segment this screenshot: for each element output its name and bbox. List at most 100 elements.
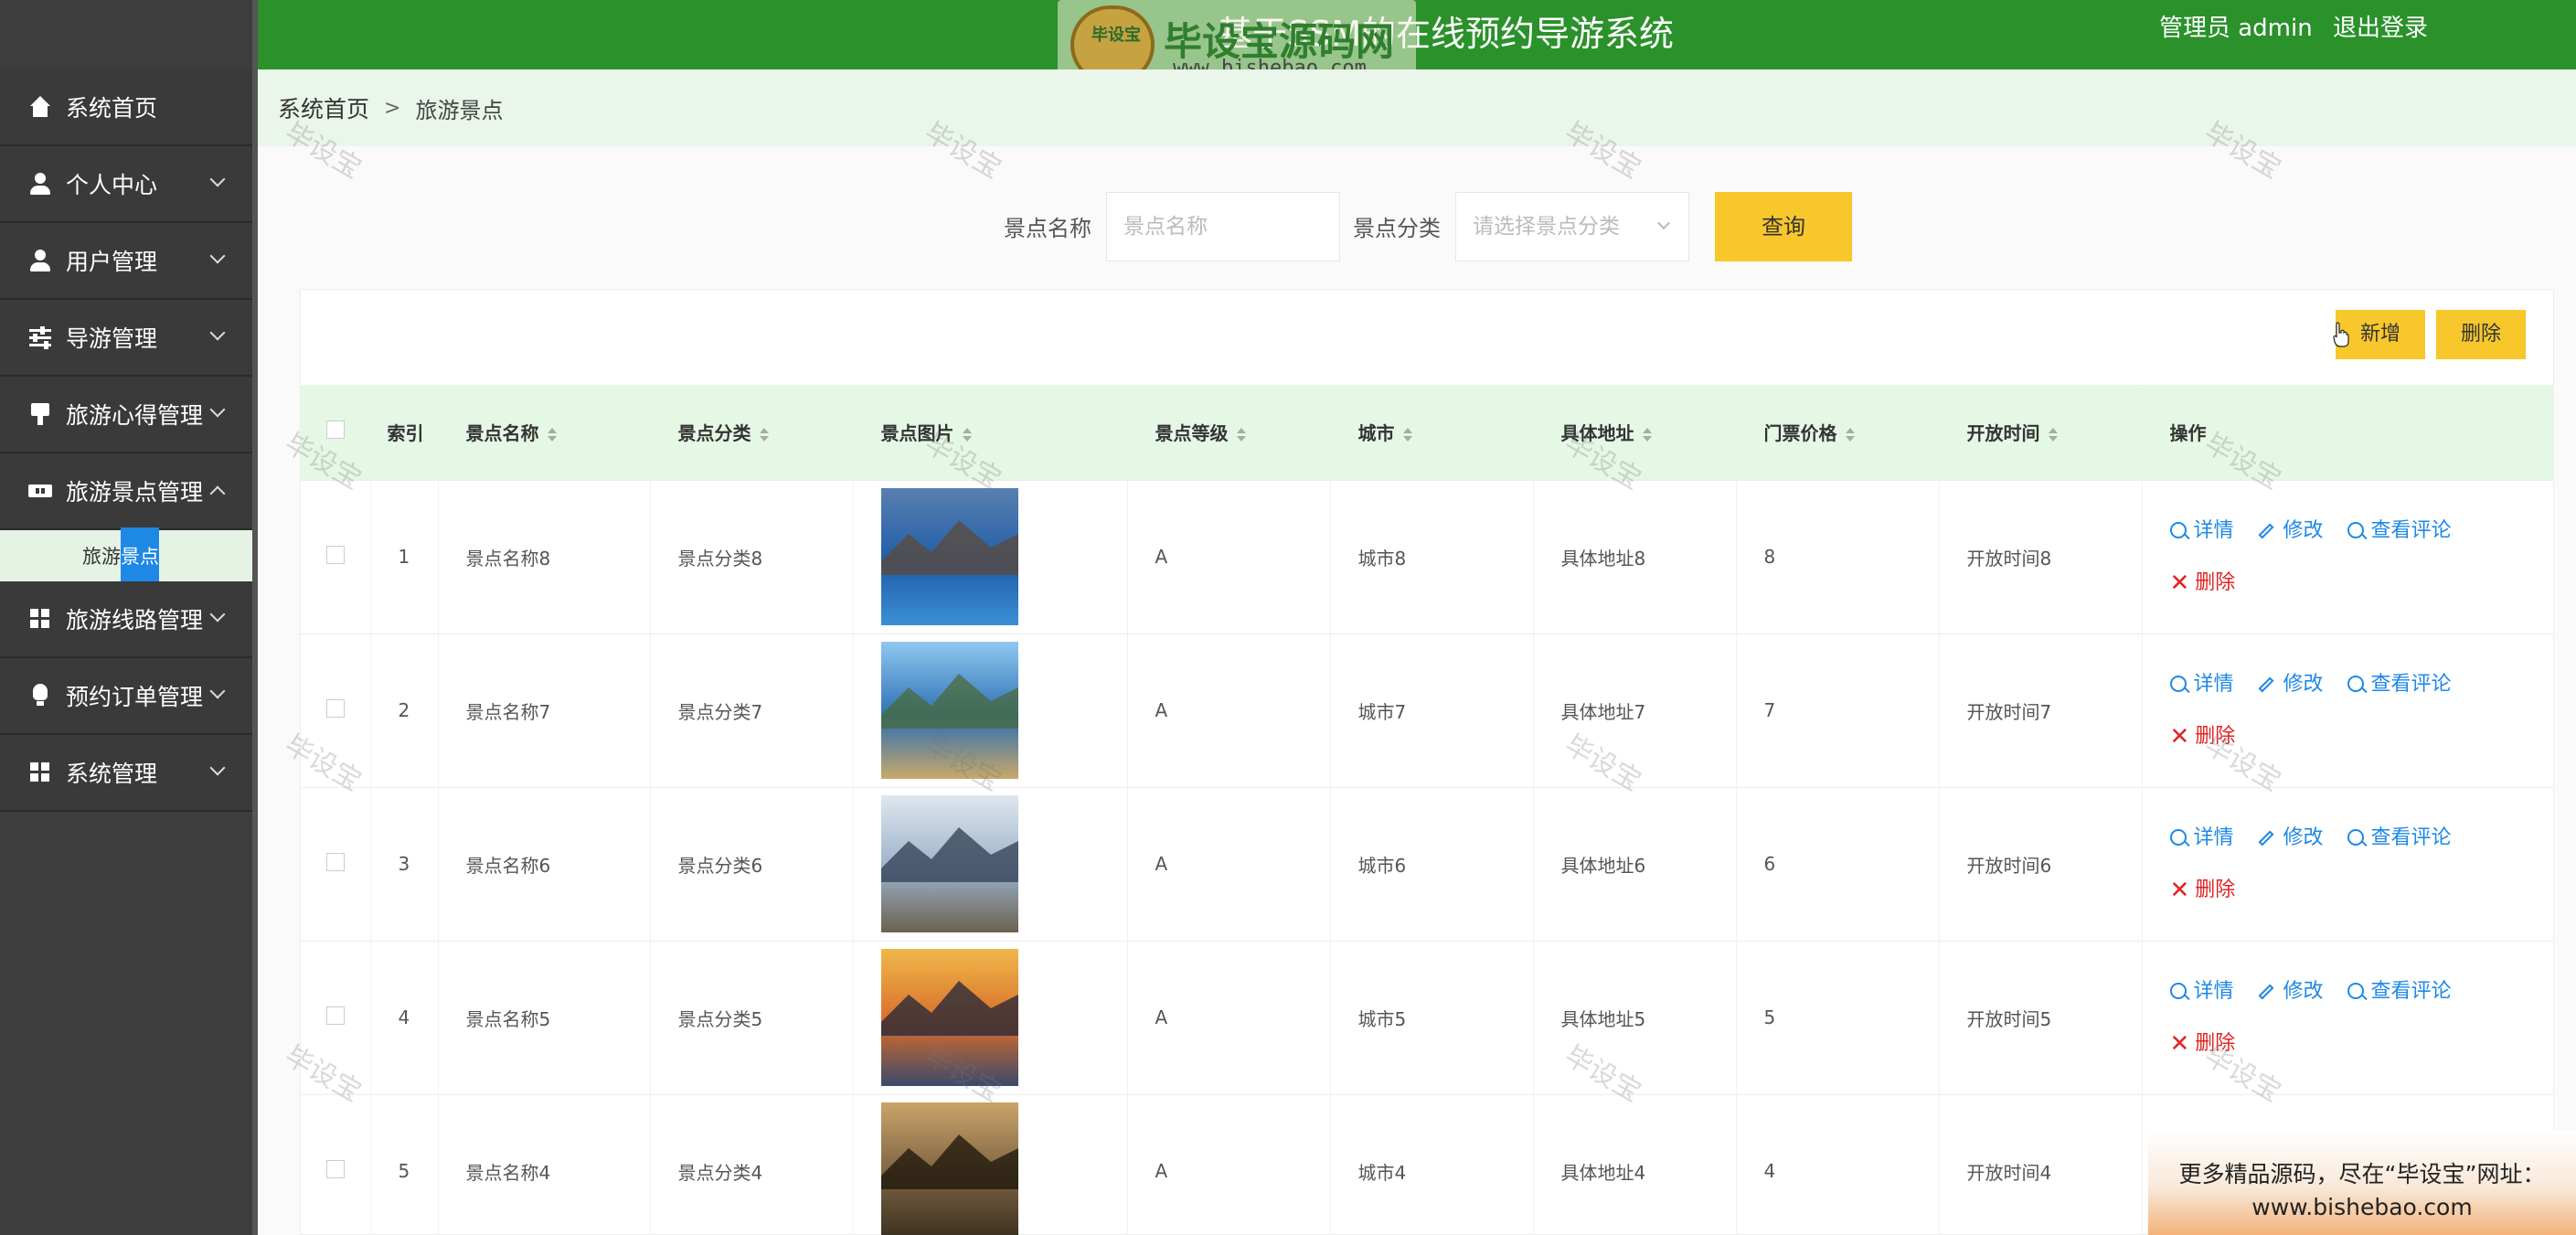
- detail-link[interactable]: 详情: [2169, 813, 2234, 864]
- sort-icon[interactable]: [1845, 427, 1855, 442]
- cell-name: 景点名称6: [438, 786, 651, 941]
- spot-thumbnail[interactable]: [880, 642, 1018, 779]
- chevron-down-icon: [209, 683, 226, 699]
- breadcrumb-home[interactable]: 系统首页: [278, 91, 369, 124]
- spot-category-placeholder: 请选择景点分类: [1473, 215, 1620, 239]
- home-icon: [27, 94, 53, 120]
- col-name[interactable]: 景点名称: [438, 385, 651, 480]
- logout-link[interactable]: 退出登录: [2333, 15, 2428, 42]
- delete-button[interactable]: 删除: [2436, 310, 2526, 359]
- cell-index: 4: [370, 940, 439, 1094]
- sidebar-item-personal-center[interactable]: 个人中心: [0, 146, 252, 223]
- cell-open-time: 开放时间4: [1939, 1093, 2143, 1235]
- row-select-cell[interactable]: [301, 479, 371, 633]
- col-actions: 操作: [2142, 385, 2554, 480]
- edit-label: 修改: [2283, 826, 2324, 849]
- close-icon: ✕: [2169, 723, 2190, 751]
- col-category[interactable]: 景点分类: [650, 385, 854, 480]
- edit-link[interactable]: 修改: [2258, 813, 2324, 864]
- sort-icon[interactable]: [1642, 427, 1652, 442]
- edit-link[interactable]: 修改: [2258, 506, 2324, 557]
- col-address[interactable]: 具体地址: [1533, 385, 1737, 480]
- user-area: 管理员 admin 退出登录: [2146, 9, 2428, 43]
- sort-icon[interactable]: [759, 427, 769, 442]
- cell-price: 6: [1736, 786, 1940, 941]
- view-reviews-link[interactable]: 查看评论: [2347, 966, 2452, 1017]
- spot-thumbnail[interactable]: [880, 795, 1018, 932]
- detail-link[interactable]: 详情: [2169, 506, 2234, 557]
- detail-link[interactable]: 详情: [2169, 966, 2234, 1017]
- sort-icon[interactable]: [2048, 427, 2058, 442]
- sidebar-item-label: 系统首页: [66, 95, 158, 122]
- current-user: 管理员 admin: [2158, 15, 2313, 42]
- row-select-cell[interactable]: [301, 940, 371, 1094]
- edit-icon: [2258, 830, 2274, 846]
- sidebar-item-routes[interactable]: 旅游线路管理: [0, 581, 252, 658]
- col-image[interactable]: 景点图片: [853, 385, 1128, 480]
- row-checkbox[interactable]: [326, 1006, 345, 1025]
- submenu-label-highlight: 景点: [121, 527, 159, 584]
- search-icon: [2169, 983, 2187, 999]
- row-checkbox[interactable]: [326, 698, 345, 718]
- col-price[interactable]: 门票价格: [1736, 385, 1940, 480]
- spot-category-label: 景点分类: [1353, 216, 1441, 241]
- select-all-cell[interactable]: [301, 385, 371, 480]
- submenu-item-scenic-spots[interactable]: 旅游 景点: [0, 527, 252, 584]
- row-select-cell[interactable]: [301, 633, 371, 787]
- sidebar-item-user-management[interactable]: 用户管理: [0, 223, 252, 300]
- spot-thumbnail[interactable]: [880, 1102, 1018, 1235]
- sidebar-item-travel-notes[interactable]: 旅游心得管理: [0, 377, 252, 453]
- sidebar-item-scenic-spots[interactable]: 旅游景点管理: [0, 453, 252, 530]
- promo-banner[interactable]: 更多精品源码，尽在“毕设宝”网址： www.bishebao.com: [2148, 1131, 2576, 1235]
- spot-category-select[interactable]: 请选择景点分类: [1455, 192, 1689, 261]
- detail-link[interactable]: 详情: [2169, 659, 2234, 710]
- view-reviews-link[interactable]: 查看评论: [2347, 506, 2452, 557]
- sliders-icon: [27, 325, 53, 350]
- edit-icon: [2258, 984, 2274, 1000]
- row-select-cell[interactable]: [301, 1093, 371, 1235]
- row-delete-link[interactable]: ✕删除: [2170, 1018, 2236, 1070]
- cell-image: [853, 633, 1128, 787]
- sort-icon[interactable]: [1236, 427, 1246, 442]
- cell-name: 景点名称4: [438, 1093, 651, 1235]
- edit-link[interactable]: 修改: [2258, 966, 2324, 1017]
- cell-address: 具体地址7: [1533, 633, 1737, 787]
- row-delete-link[interactable]: ✕删除: [2170, 711, 2236, 762]
- select-all-checkbox[interactable]: [326, 421, 345, 440]
- row-checkbox[interactable]: [326, 852, 345, 871]
- delete-label: 删除: [2195, 725, 2236, 748]
- detail-label: 详情: [2193, 673, 2234, 696]
- col-level[interactable]: 景点等级: [1127, 385, 1331, 480]
- row-delete-link[interactable]: ✕删除: [2170, 865, 2236, 916]
- chevron-down-icon: [1656, 216, 1671, 230]
- row-checkbox[interactable]: [326, 545, 345, 564]
- spot-name-input[interactable]: 景点名称: [1106, 192, 1340, 261]
- spot-thumbnail[interactable]: [880, 949, 1018, 1086]
- row-checkbox[interactable]: [326, 1159, 345, 1178]
- cell-city: 城市7: [1330, 633, 1534, 787]
- row-select-cell[interactable]: [301, 786, 371, 941]
- sidebar-item-system[interactable]: 系统管理: [0, 735, 252, 812]
- ticket-icon: [27, 478, 53, 504]
- spot-thumbnail[interactable]: [880, 488, 1018, 625]
- query-button[interactable]: 查询: [1715, 192, 1852, 261]
- col-address-label: 具体地址: [1560, 422, 1634, 445]
- cell-open-time: 开放时间7: [1939, 633, 2143, 787]
- sidebar-item-guide-management[interactable]: 导游管理: [0, 300, 252, 377]
- user-icon: [27, 248, 53, 273]
- view-reviews-link[interactable]: 查看评论: [2347, 813, 2452, 864]
- sort-icon[interactable]: [962, 427, 972, 442]
- col-city[interactable]: 城市: [1330, 385, 1534, 480]
- sidebar-item-home[interactable]: 系统首页: [0, 69, 252, 146]
- sort-icon[interactable]: [1402, 427, 1412, 442]
- view-reviews-link[interactable]: 查看评论: [2347, 659, 2452, 710]
- sidebar-item-orders[interactable]: 预约订单管理: [0, 658, 252, 735]
- edit-link[interactable]: 修改: [2258, 659, 2324, 710]
- cell-category: 景点分类6: [650, 786, 854, 941]
- breadcrumb-current: 旅游景点: [415, 97, 504, 123]
- cell-image: [853, 1093, 1128, 1235]
- col-open-time[interactable]: 开放时间: [1939, 385, 2143, 480]
- sort-icon[interactable]: [547, 427, 557, 442]
- row-delete-link[interactable]: ✕删除: [2170, 558, 2236, 609]
- cell-address: 具体地址5: [1533, 940, 1737, 1094]
